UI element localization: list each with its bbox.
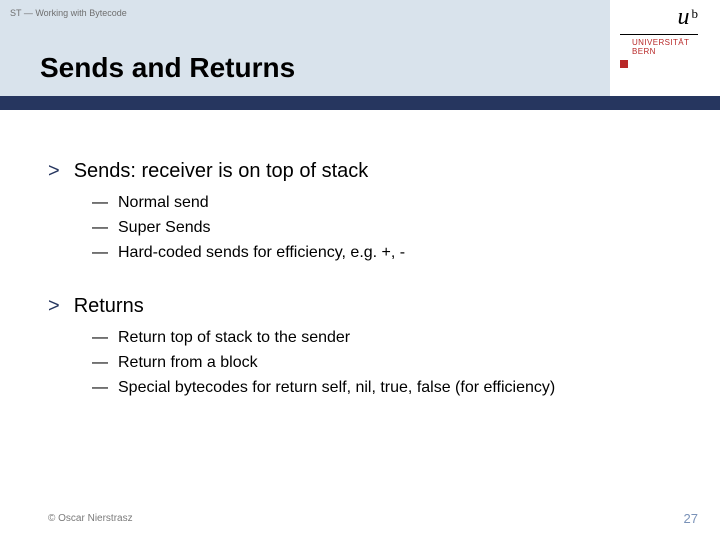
- logo-red-square: [620, 60, 628, 68]
- sub-text: Return from a block: [118, 354, 258, 371]
- logo-line2: BERN: [618, 47, 698, 56]
- page-title: Sends and Returns: [40, 52, 295, 84]
- header-navy-bar: [0, 96, 720, 110]
- sub-text: Return top of stack to the sender: [118, 329, 350, 346]
- logo-ub: ub: [618, 4, 698, 31]
- bullet-text: Sends: receiver is on top of stack: [74, 160, 369, 182]
- header-strip: ST — Working with Bytecode Sends and Ret…: [0, 0, 720, 96]
- sub-marker: —: [92, 244, 108, 261]
- sub-item: — Super Sends: [92, 216, 678, 241]
- bullet-text: Returns: [74, 295, 144, 317]
- bullet-sends: > Sends: receiver is on top of stack: [48, 160, 678, 183]
- sub-item: — Special bytecodes for return self, nil,…: [92, 376, 678, 401]
- sub-marker: —: [92, 354, 108, 371]
- sub-text: Hard-coded sends for efficiency, e.g. +,…: [118, 244, 405, 261]
- sub-text: Normal send: [118, 194, 209, 211]
- logo-divider: [620, 34, 698, 35]
- footer-copyright: © Oscar Nierstrasz: [48, 513, 133, 524]
- sub-marker: —: [92, 219, 108, 236]
- sub-item: — Hard-coded sends for efficiency, e.g. +…: [92, 241, 678, 266]
- bullet-returns: > Returns: [48, 295, 678, 318]
- sub-item: — Return top of stack to the sender: [92, 326, 678, 351]
- sub-marker: —: [92, 194, 108, 211]
- content: > Sends: receiver is on top of stack — Nor…: [48, 160, 678, 431]
- sub-list-sends: — Normal send — Super Sends — Hard-coded se…: [92, 191, 678, 265]
- university-logo: ub UNIVERSITÄT BERN: [618, 4, 698, 56]
- sub-marker: —: [92, 379, 108, 396]
- bullet-marker: >: [48, 160, 60, 182]
- sub-list-returns: — Return top of stack to the sender — Retu…: [92, 326, 678, 400]
- sub-text: Special bytecodes for return self, nil, …: [118, 379, 555, 396]
- sub-marker: —: [92, 329, 108, 346]
- sub-text: Super Sends: [118, 219, 211, 236]
- logo-b-glyph: b: [692, 6, 699, 21]
- breadcrumb: ST — Working with Bytecode: [10, 8, 127, 18]
- logo-u-glyph: u: [678, 4, 690, 30]
- sub-item: — Normal send: [92, 191, 678, 216]
- bullet-marker: >: [48, 295, 60, 317]
- slide: ST — Working with Bytecode Sends and Ret…: [0, 0, 720, 540]
- sub-item: — Return from a block: [92, 351, 678, 376]
- logo-line1: UNIVERSITÄT: [618, 38, 698, 47]
- footer-page-number: 27: [684, 511, 698, 526]
